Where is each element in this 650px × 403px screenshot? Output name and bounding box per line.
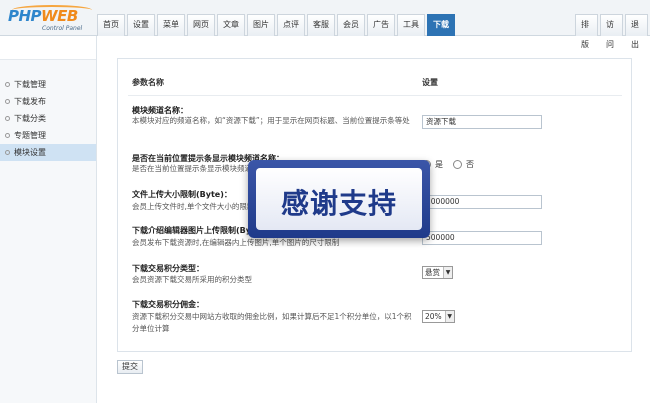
tab-visit[interactable]: 访问: [600, 14, 623, 49]
chevron-down-icon: ▼: [443, 267, 452, 278]
sidebar-item-label: 专题管理: [14, 131, 46, 140]
points-type-value: 悬赏: [425, 268, 440, 277]
row-editor-image-limit-desc: 会员发布下载资源时,在编辑器内上传图片,单个图片的尺寸限制: [132, 238, 340, 247]
tab-download[interactable]: 下载: [427, 14, 455, 36]
sidebar-item-label: 下载发布: [14, 97, 46, 106]
right-tabs: 排版 访问 退出: [575, 14, 650, 49]
chevron-down-icon: ▼: [444, 311, 454, 322]
column-header-name: 参数名称: [132, 78, 164, 87]
tab-reviews[interactable]: 点评: [277, 14, 305, 36]
row-commission-desc: 资源下载积分交易中网站方收取的佣金比例，如果计算后不足1个积分单位，以1个积分单…: [132, 312, 412, 333]
bullet-icon: [5, 150, 10, 155]
tab-support[interactable]: 客服: [307, 14, 335, 36]
points-type-select[interactable]: 悬赏 ▼: [422, 266, 453, 279]
sidebar-item-label: 模块设置: [14, 148, 46, 157]
tab-home[interactable]: 首页: [97, 14, 125, 36]
tab-ads[interactable]: 广告: [367, 14, 395, 36]
tab-members[interactable]: 会员: [337, 14, 365, 36]
row-upload-limit-title: 文件上传大小限制(Byte)：: [132, 190, 232, 199]
radio-no-label: 否: [466, 160, 474, 169]
sidebar-item-download-publish[interactable]: 下载发布: [0, 93, 96, 110]
commission-select[interactable]: 20% ▼: [422, 310, 455, 323]
sidebar-top-strip: [0, 36, 96, 60]
thanks-overlay-inner: 感谢支持: [256, 168, 422, 230]
channel-name-input[interactable]: 资源下载: [422, 115, 542, 129]
logo-wordmark: PHPWEB: [8, 7, 78, 25]
bullet-icon: [5, 133, 10, 138]
tab-settings[interactable]: 设置: [127, 14, 155, 36]
sidebar-item-download-category[interactable]: 下载分类: [0, 110, 96, 127]
header-divider: [128, 95, 622, 96]
tab-pages[interactable]: 网页: [187, 14, 215, 36]
sidebar: 下载管理 下载发布 下载分类 专题管理 模块设置: [0, 36, 97, 403]
logo-subtitle: Control Panel: [42, 25, 83, 32]
tab-menu[interactable]: 菜单: [157, 14, 185, 36]
tab-articles[interactable]: 文章: [217, 14, 245, 36]
bullet-icon: [5, 99, 10, 104]
row-channel-name-desc: 本模块对应的频道名称，如“资源下载”；用于显示在网页标题、当前位置提示条等处: [132, 116, 410, 125]
sidebar-item-label: 下载分类: [14, 114, 46, 123]
tab-logout[interactable]: 退出: [625, 14, 648, 49]
row-points-type-title: 下载交易积分类型：: [132, 264, 204, 273]
column-header-setting: 设置: [422, 78, 438, 87]
bullet-icon: [5, 116, 10, 121]
top-header: PHPWEB Control Panel 首页 设置 菜单 网页 文章 图片 点…: [0, 0, 650, 49]
tab-images[interactable]: 图片: [247, 14, 275, 36]
row-commission-title: 下载交易积分佣金：: [132, 300, 204, 309]
thanks-overlay-text: 感谢支持: [280, 187, 397, 220]
submit-button[interactable]: 提交: [117, 360, 143, 374]
thanks-overlay: 感谢支持: [248, 160, 430, 238]
sidebar-item-topic-manage[interactable]: 专题管理: [0, 127, 96, 144]
sidebar-item-label: 下载管理: [14, 80, 46, 89]
sidebar-item-module-settings[interactable]: 模块设置: [0, 144, 96, 161]
radio-no[interactable]: [453, 160, 462, 169]
tab-layout[interactable]: 排版: [575, 14, 598, 49]
sidebar-menu: 下载管理 下载发布 下载分类 专题管理 模块设置: [0, 76, 96, 161]
main-tabs: 首页 设置 菜单 网页 文章 图片 点评 客服 会员 广告 工具 下载: [97, 14, 457, 36]
logo[interactable]: PHPWEB Control Panel: [8, 5, 94, 33]
radio-yes-label: 是: [435, 160, 443, 169]
bullet-icon: [5, 82, 10, 87]
tab-tools[interactable]: 工具: [397, 14, 425, 36]
row-points-type-desc: 会员资源下载交易所采用的积分类型: [132, 275, 252, 284]
upload-limit-input[interactable]: 2000000: [422, 195, 542, 209]
sidebar-item-download-manage[interactable]: 下载管理: [0, 76, 96, 93]
commission-value: 20%: [425, 312, 442, 321]
editor-image-limit-input[interactable]: 500000: [422, 231, 542, 245]
